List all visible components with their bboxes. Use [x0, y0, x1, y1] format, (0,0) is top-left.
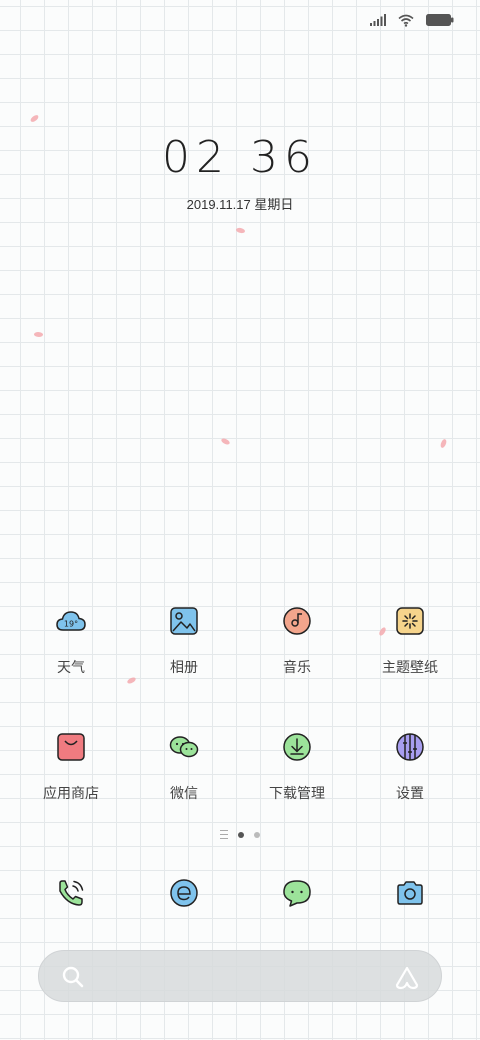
lock-date: 2019.11.17 星期日 [186, 197, 294, 212]
app-wechat[interactable]: 微信 [128, 731, 240, 803]
browser-icon [170, 879, 198, 907]
wifi-icon [398, 14, 414, 27]
app-store-icon [57, 733, 85, 761]
camera-icon [397, 881, 423, 905]
app-label: 设置 [396, 786, 424, 802]
photo-album-icon [170, 607, 198, 635]
app-themes[interactable]: 主题壁纸 [354, 605, 466, 677]
download-icon [283, 733, 311, 761]
lock-clock: 02 36 [162, 132, 318, 183]
app-label: 天气 [57, 660, 85, 676]
theme-wallpaper-icon [396, 607, 424, 635]
page-dot[interactable] [254, 831, 260, 838]
app-label: 微信 [170, 786, 198, 802]
dock-phone[interactable] [55, 877, 87, 909]
music-disc-icon [283, 607, 311, 635]
app-gallery[interactable]: 相册 [128, 605, 240, 677]
app-label: 主题壁纸 [382, 660, 438, 676]
status-bar [370, 10, 454, 30]
app-store[interactable]: 应用商店 [15, 731, 127, 803]
search-icon[interactable] [61, 965, 85, 989]
petal-decoration [235, 226, 246, 235]
dock-browser[interactable] [168, 877, 200, 909]
battery-icon [426, 14, 454, 26]
app-label: 应用商店 [43, 786, 99, 802]
petal-decoration [126, 676, 137, 685]
app-label: 音乐 [283, 660, 311, 676]
signal-bars-icon [370, 14, 386, 26]
app-settings[interactable]: 设置 [354, 731, 466, 803]
petal-decoration [33, 331, 44, 338]
list-view-icon[interactable] [220, 830, 228, 839]
petal-decoration [439, 438, 448, 449]
app-label: 相册 [170, 660, 198, 676]
app-label: 下载管理 [269, 786, 325, 802]
app-downloads[interactable]: 下载管理 [241, 731, 353, 803]
messages-icon [283, 880, 311, 907]
phone-icon [59, 880, 84, 906]
wechat-icon [169, 736, 199, 758]
settings-icon [396, 733, 424, 761]
app-weather[interactable]: 19° 天气 [15, 605, 127, 677]
dock-messages[interactable] [281, 877, 313, 909]
dock-camera[interactable] [394, 877, 426, 909]
page-indicator[interactable] [0, 830, 480, 839]
petal-decoration [29, 114, 40, 123]
app-music[interactable]: 音乐 [241, 605, 353, 677]
weather-badge: 19° [64, 620, 78, 629]
search-bar[interactable] [38, 950, 442, 1002]
cloud-weather-icon: 19° [56, 611, 86, 631]
assistant-icon[interactable] [393, 963, 421, 991]
petal-decoration [220, 436, 231, 447]
page-dot-active[interactable] [238, 831, 244, 838]
